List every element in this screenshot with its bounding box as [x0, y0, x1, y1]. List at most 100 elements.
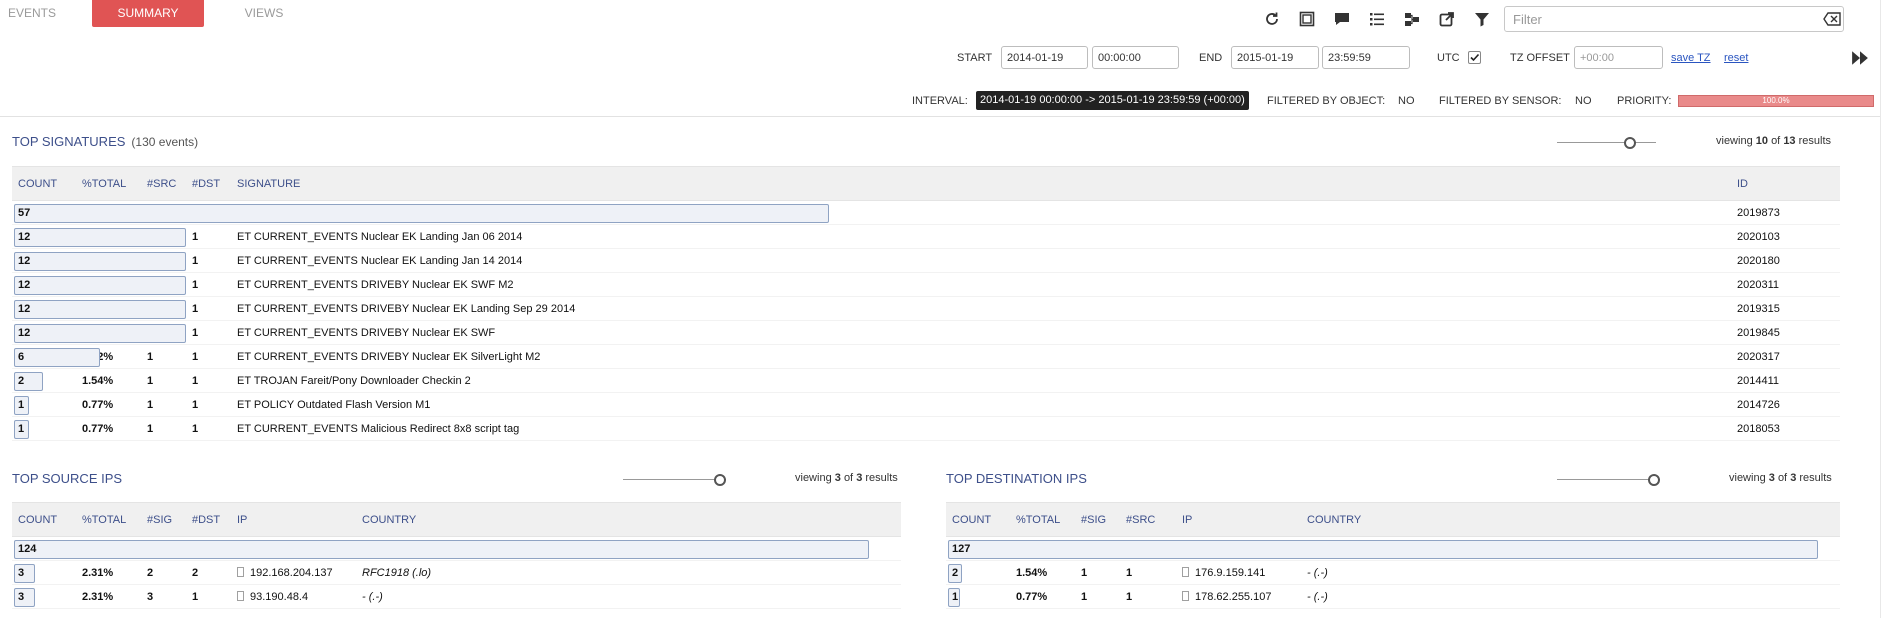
start-date-input[interactable]: [1001, 46, 1088, 69]
filter-input[interactable]: [1505, 7, 1805, 31]
filtered-by-object-value: NO: [1398, 95, 1415, 107]
count-bar: [14, 204, 829, 223]
interval-label: INTERVAL:: [912, 95, 968, 107]
signature-name[interactable]: ET CURRENT_EVENTS Nuclear EK Landing Jan…: [231, 225, 1731, 249]
fullscreen-icon[interactable]: [1298, 10, 1316, 28]
signature-name[interactable]: ET CURRENT_EVENTS Malicious Redirect 8x8…: [231, 417, 1731, 441]
tab-summary[interactable]: SUMMARY: [92, 0, 204, 27]
comment-icon[interactable]: [1333, 10, 1351, 28]
dst-count: 1: [192, 590, 199, 603]
count-value: 6: [18, 350, 25, 363]
table-row[interactable]: 129.23%11ET CURRENT_EVENTS Nuclear EK La…: [12, 249, 1840, 273]
column-header[interactable]: #SRC: [1120, 502, 1176, 537]
column-header[interactable]: IP: [1176, 502, 1301, 537]
sensors-icon[interactable]: [1403, 10, 1421, 28]
slider-knob[interactable]: [1624, 137, 1636, 149]
signature-name[interactable]: ET CURRENT_EVENTS DRIVEBY Nuclear EK SWF: [231, 321, 1731, 345]
tab-events[interactable]: EVENTS: [8, 0, 68, 27]
column-header[interactable]: COUNT: [12, 502, 76, 537]
table-row[interactable]: 129.23%11ET CURRENT_EVENTS DRIVEBY Nucle…: [12, 297, 1840, 321]
viewing-of: of: [1771, 135, 1781, 147]
tab-views[interactable]: VIEWS: [240, 0, 288, 27]
column-header[interactable]: COUNT: [12, 166, 76, 201]
signature-id: 2014411: [1737, 374, 1780, 387]
column-header[interactable]: #SIG: [1075, 502, 1120, 537]
column-header[interactable]: %TOTAL: [76, 166, 141, 201]
column-header[interactable]: COUNTRY: [356, 502, 901, 537]
tz-offset-input[interactable]: [1574, 46, 1663, 69]
table-row[interactable]: 2 1.54% 1 1 ET TROJAN Fareit/Pony Downloader…: [12, 369, 1840, 393]
filter-icon[interactable]: [1473, 10, 1491, 28]
reset-link[interactable]: reset: [1724, 52, 1748, 64]
priority-bar[interactable]: 100.0%: [1678, 95, 1874, 107]
table-row[interactable]: 12797.69%112192.168.204.137RFC1918 (.lo): [946, 537, 1840, 561]
table-row[interactable]: 1 0.77% 1 1 ET CURRENT_EVENTS Malicious Redi…: [12, 417, 1840, 441]
count-cell: 12: [12, 321, 186, 345]
table-row[interactable]: 2 1.54% 1 1 176.9.159.141 - (.-): [946, 561, 1840, 585]
table-row[interactable]: 129.23%11ET CURRENT_EVENTS DRIVEBY Nucle…: [12, 321, 1840, 345]
clear-filter-icon[interactable]: [1823, 11, 1841, 27]
ip-address[interactable]: 176.9.159.141: [1195, 567, 1265, 579]
end-label: END: [1199, 52, 1223, 64]
column-header[interactable]: %TOTAL: [76, 502, 141, 537]
ip-address[interactable]: 93.190.48.4: [250, 591, 308, 603]
table-row[interactable]: 12495.38%81178.62.255.107- (.-): [12, 537, 901, 561]
src-count: 1: [1126, 590, 1133, 603]
source-ips-viewing-count: viewing 3 of 3 results: [795, 472, 898, 484]
table-row[interactable]: 129.23%11ET CURRENT_EVENTS DRIVEBY Nucle…: [12, 273, 1840, 297]
count-cell: 6: [12, 345, 100, 369]
ip-cell[interactable]: 192.168.204.137: [231, 561, 356, 585]
table-row[interactable]: 5743.85%11ET CURRENT_EVENTS DRIVEBY Nucl…: [12, 201, 1840, 225]
percent-total: 0.77%: [1016, 590, 1048, 603]
ip-address[interactable]: 178.62.255.107: [1195, 591, 1271, 603]
column-header[interactable]: COUNT: [946, 502, 1010, 537]
fast-forward-icon[interactable]: [1851, 49, 1868, 65]
end-date-input[interactable]: [1231, 46, 1319, 69]
table-row[interactable]: 3 2.31% 2 2 192.168.204.137 RFC1918 (.lo): [12, 561, 901, 585]
signature-name[interactable]: ET CURRENT_EVENTS DRIVEBY Nuclear EK Lan…: [231, 297, 1731, 321]
signature-name[interactable]: ET TROJAN Fareit/Pony Downloader Checkin…: [231, 369, 1731, 393]
table-row[interactable]: 3 2.31% 3 1 93.190.48.4 - (.-): [12, 585, 901, 609]
ip-cell[interactable]: 178.62.255.107: [1176, 585, 1301, 609]
ip-address[interactable]: 192.168.204.137: [250, 567, 333, 579]
count-cell: 1: [946, 585, 1010, 609]
signature-name[interactable]: ET POLICY Outdated Flash Version M1: [231, 393, 1731, 417]
table-row[interactable]: 1 0.77% 1 1 178.62.255.107 - (.-): [946, 585, 1840, 609]
signature-name[interactable]: ET CURRENT_EVENTS DRIVEBY Nuclear EK Sil…: [231, 345, 1731, 369]
signatures-slider[interactable]: [1557, 137, 1656, 149]
priority-label: PRIORITY:: [1617, 95, 1672, 107]
column-header[interactable]: #DST: [186, 502, 231, 537]
signature-name[interactable]: ET CURRENT_EVENTS DRIVEBY Nuclear EK SWF…: [231, 273, 1731, 297]
column-header[interactable]: #SIG: [141, 502, 186, 537]
utc-checkbox[interactable]: [1468, 51, 1481, 64]
ip-cell[interactable]: 93.190.48.4: [231, 585, 356, 609]
table-row[interactable]: 64.62%11ET CURRENT_EVENTS DRIVEBY Nuclea…: [12, 345, 1840, 369]
list-icon[interactable]: [1368, 10, 1386, 28]
source-ips-slider[interactable]: [623, 474, 726, 486]
ip-cell[interactable]: 176.9.159.141: [1176, 561, 1301, 585]
table-row[interactable]: 1 0.77% 1 1 ET POLICY Outdated Flash Version…: [12, 393, 1840, 417]
src-count: 1: [147, 350, 154, 363]
destination-ips-slider[interactable]: [1557, 474, 1660, 486]
column-header[interactable]: #SRC: [141, 166, 186, 201]
count-cell: 2: [946, 561, 1010, 585]
refresh-icon[interactable]: [1263, 10, 1281, 28]
dst-count: 1: [192, 374, 199, 387]
slider-knob[interactable]: [1648, 474, 1660, 486]
signature-name[interactable]: ET CURRENT_EVENTS Nuclear EK Landing Jan…: [231, 249, 1731, 273]
save-tz-link[interactable]: save TZ: [1671, 52, 1711, 64]
dst-count: 1: [192, 326, 199, 339]
count-cell: 1: [12, 393, 76, 417]
column-header[interactable]: SIGNATURE: [231, 166, 1731, 201]
external-link-icon[interactable]: [1438, 10, 1456, 28]
column-header[interactable]: COUNTRY: [1301, 502, 1840, 537]
start-time-input[interactable]: [1092, 46, 1179, 69]
column-header[interactable]: ID: [1731, 166, 1840, 201]
table-row[interactable]: 129.23%11ET CURRENT_EVENTS Nuclear EK La…: [12, 225, 1840, 249]
slider-knob[interactable]: [714, 474, 726, 486]
top-signatures-title: TOP SIGNATURES (130 events): [12, 134, 198, 149]
column-header[interactable]: %TOTAL: [1010, 502, 1075, 537]
end-time-input[interactable]: [1322, 46, 1410, 69]
column-header[interactable]: IP: [231, 502, 356, 537]
column-header[interactable]: #DST: [186, 166, 231, 201]
